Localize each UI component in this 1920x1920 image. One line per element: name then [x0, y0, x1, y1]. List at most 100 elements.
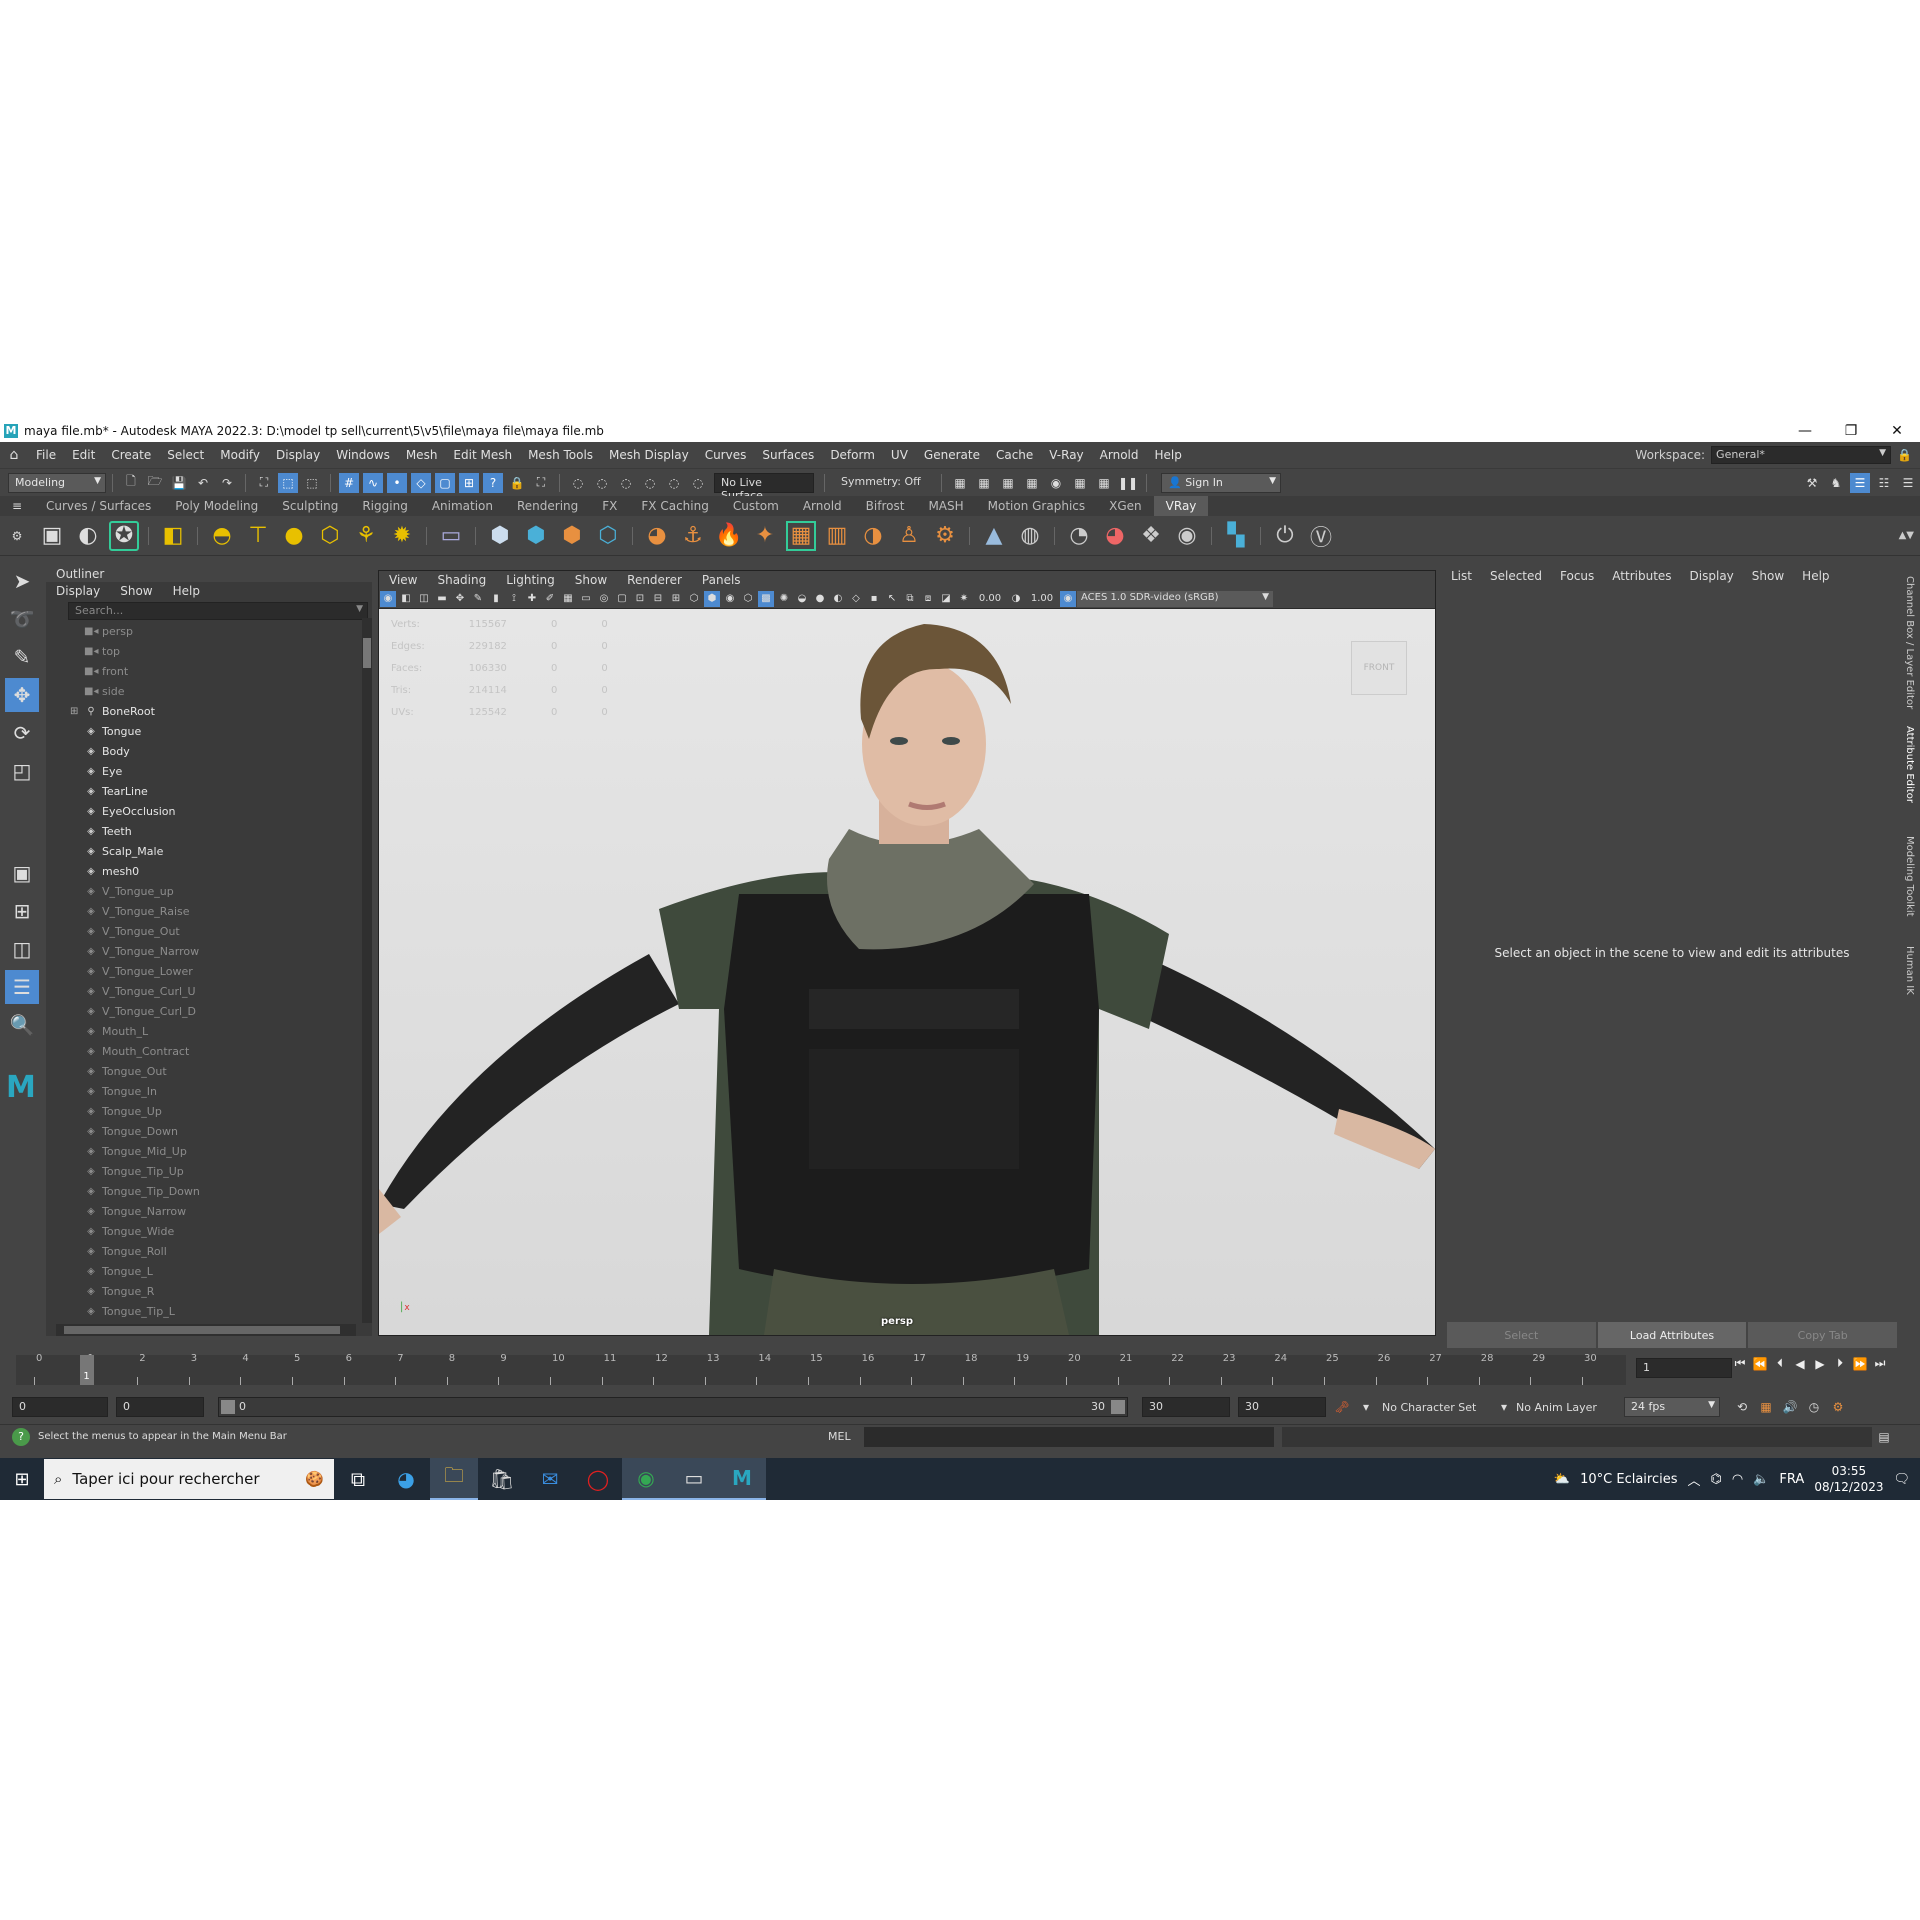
lock-icon[interactable]: 🔒 [507, 473, 527, 493]
proxy-export-icon[interactable]: ⬢ [557, 521, 587, 551]
backface-icon[interactable]: ◪ [938, 591, 954, 607]
snap-curve-icon[interactable]: ∿ [363, 472, 383, 493]
resolution-gate-icon[interactable]: ◎ [596, 591, 612, 607]
grid-icon[interactable]: ▦ [786, 520, 816, 551]
history-icon[interactable]: ◌ [688, 473, 708, 493]
outliner-item[interactable]: ◈ Scalp_Male [46, 842, 372, 862]
restore-icon[interactable]: ❐ [1828, 423, 1874, 439]
outliner-item[interactable]: ◈ Mouth_L [46, 1022, 372, 1042]
help-icon[interactable]: ? [12, 1427, 30, 1446]
outliner-item[interactable]: ◈ mesh0 [46, 862, 372, 882]
bookmarks-icon[interactable]: ◫ [416, 591, 432, 607]
vray-render-icon[interactable]: ▦ [1094, 473, 1114, 493]
outliner-item[interactable]: ◈ Tongue_Tip_L [46, 1302, 372, 1322]
viewport-menu-renderer[interactable]: Renderer [617, 573, 692, 587]
anim-layer-dropdown[interactable]: No Anim Layer [1516, 1401, 1616, 1414]
script-editor-icon[interactable]: ▤ [1874, 1427, 1894, 1447]
ae-menu-help[interactable]: Help [1793, 569, 1838, 583]
camera-select-icon[interactable]: ◉ [380, 590, 396, 607]
grease-pencil-icon[interactable]: ✎ [470, 591, 486, 607]
mesh-light-icon[interactable]: ⬡ [315, 521, 345, 551]
tab-arnold[interactable]: Arnold [791, 496, 854, 516]
windows-start-icon[interactable]: ⊞ [0, 1469, 44, 1490]
tab-animation[interactable]: Animation [420, 496, 505, 516]
magnet-icon[interactable]: ◌ [640, 473, 660, 493]
tab-motion-graphics[interactable]: Motion Graphics [976, 496, 1098, 516]
close-icon[interactable]: ✕ [1874, 423, 1920, 439]
edge-icon[interactable]: ◕ [382, 1458, 430, 1500]
2d-pan-icon[interactable]: ✥ [452, 591, 468, 607]
outliner-item[interactable]: ◈ V_Tongue_Raise [46, 902, 372, 922]
vray-render-icon[interactable]: ▣ [37, 521, 67, 551]
outliner-horizontal-scrollbar[interactable] [56, 1324, 356, 1336]
menu-create[interactable]: Create [103, 448, 159, 462]
live-surface-field[interactable]: No Live Surface [714, 472, 814, 502]
app-window-icon[interactable]: ▭ [670, 1458, 718, 1500]
sound-icon[interactable]: 🔊 [1780, 1397, 1800, 1417]
file-explorer-icon[interactable]: 🗀 [430, 1458, 478, 1500]
outliner-search-input[interactable]: Search... ▼ [68, 602, 368, 620]
sign-in-button[interactable]: 👤 Sign In ▼ [1161, 472, 1281, 493]
outliner-item[interactable]: ◈ Teeth [46, 822, 372, 842]
lock-icon[interactable]: 🔒 [1897, 448, 1912, 462]
language-indicator[interactable]: FRA [1779, 1472, 1804, 1487]
expand-icon[interactable]: ⊞ [70, 702, 78, 722]
lasso-alt-icon[interactable]: ◌ [592, 473, 612, 493]
tab-mash[interactable]: MASH [916, 496, 975, 516]
plugin-icon[interactable]: ⏻ [1270, 521, 1300, 551]
menu-set-dropdown[interactable]: Modeling ▼ [8, 472, 106, 493]
script-language-label[interactable]: MEL [828, 1430, 858, 1443]
outliner-item[interactable]: ◈ V_Tongue_Out [46, 922, 372, 942]
lasso-icon[interactable]: ◌ [568, 473, 588, 493]
tab-modeling-toolkit[interactable]: Modeling Toolkit [1904, 836, 1915, 917]
toon-icon[interactable]: ♙ [894, 521, 924, 551]
make-live-icon[interactable]: ⊞ [459, 472, 479, 493]
scrollbar-thumb[interactable] [363, 638, 371, 668]
outliner-item[interactable]: ◈ Tongue_Narrow [46, 1202, 372, 1222]
ipr-render-icon[interactable]: ▦ [998, 473, 1018, 493]
play-back-icon[interactable]: ◀ [1790, 1357, 1810, 1371]
rect-light-icon[interactable]: ⊤ [243, 521, 273, 551]
checker-icon[interactable]: ▚ [1221, 521, 1251, 551]
menu-file[interactable]: File [28, 448, 64, 462]
opera-icon[interactable]: ◯ [574, 1458, 622, 1500]
anim-prefs-icon[interactable]: ⚙ [1828, 1397, 1848, 1417]
snap-point-icon[interactable]: • [387, 472, 407, 493]
pause-icon[interactable]: ❚❚ [1118, 473, 1138, 493]
ae-menu-attributes[interactable]: Attributes [1603, 569, 1680, 583]
outliner-item[interactable]: ◈ Mouth_Contract [46, 1042, 372, 1062]
dome-light-icon[interactable]: ◓ [207, 521, 237, 551]
minimize-icon[interactable]: — [1782, 423, 1828, 439]
symmetry-dropdown[interactable]: Symmetry: Off [835, 472, 931, 493]
menu-mesh[interactable]: Mesh [398, 448, 446, 462]
manipulator-icon[interactable]: ✚ [524, 591, 540, 607]
outliner-item[interactable]: ◈ V_Tongue_Curl_D [46, 1002, 372, 1022]
safe-title-icon[interactable]: ⊞ [668, 591, 684, 607]
network-icon[interactable]: ⌬ [1711, 1472, 1722, 1487]
tab-human-ik[interactable]: Human IK [1904, 946, 1915, 995]
vray-vfb-icon[interactable]: ✪ [109, 520, 139, 551]
outliner-item[interactable]: ◈ Tongue_Roll [46, 1242, 372, 1262]
anim-end-field[interactable]: 30 [1142, 1397, 1230, 1417]
tab-channel-box[interactable]: Channel Box / Layer Editor [1904, 576, 1915, 709]
range-end-handle[interactable] [1111, 1400, 1125, 1414]
chevron-up-icon[interactable]: ︿ [1688, 1470, 1701, 1489]
select-tool-icon[interactable]: ➤ [5, 564, 39, 598]
modeling-toolkit-icon[interactable]: ⚒ [1802, 473, 1822, 493]
outliner-item[interactable]: ◈ V_Tongue_Curl_U [46, 982, 372, 1002]
human-ik-icon[interactable]: ♞ [1826, 473, 1846, 493]
grid-icon[interactable]: ▦ [560, 591, 576, 607]
smooth-shade-icon[interactable]: ⬢ [704, 590, 720, 607]
menu-uv[interactable]: UV [883, 448, 916, 462]
clipper-icon[interactable]: ⚓ [678, 521, 708, 551]
outliner-layout-icon[interactable]: ☰ [5, 970, 39, 1004]
default-material-icon[interactable]: ◉ [722, 591, 738, 607]
notifications-icon[interactable]: 🗨 [1893, 1472, 1910, 1487]
weather-text[interactable]: 10°C Eclaircies [1580, 1472, 1677, 1487]
tab-bifrost[interactable]: Bifrost [854, 496, 917, 516]
snap-grid-icon[interactable]: # [339, 472, 359, 493]
outliner-item[interactable]: ■◂ front [46, 662, 372, 682]
channel-box-icon[interactable]: ☰ [1898, 473, 1918, 493]
step-forward-frame-icon[interactable]: ⏵ [1830, 1356, 1850, 1371]
outliner-item[interactable]: ◈ Tongue_Out [46, 1062, 372, 1082]
